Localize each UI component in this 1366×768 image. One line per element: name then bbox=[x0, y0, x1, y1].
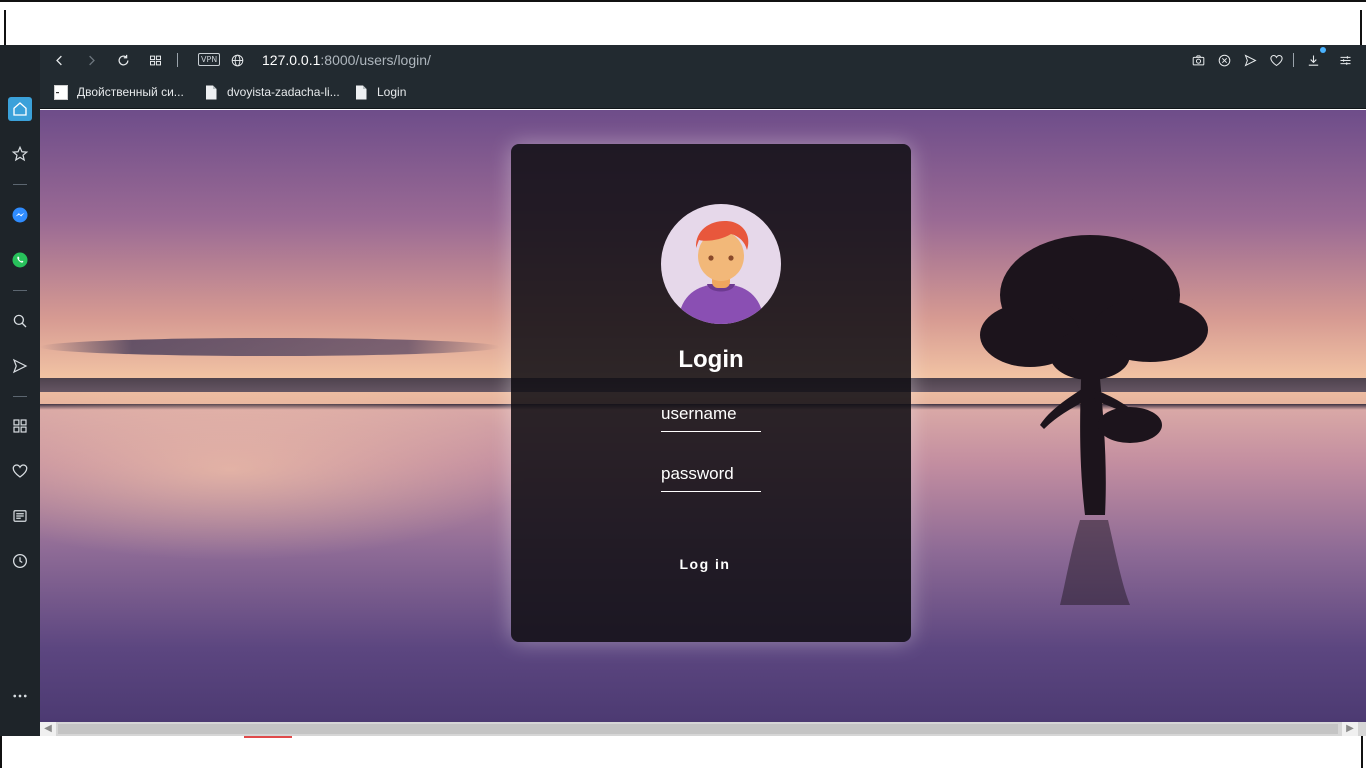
sidebar-divider bbox=[13, 290, 27, 291]
address-bar[interactable]: 127.0.0.1:8000/users/login/ bbox=[262, 52, 431, 68]
frame-left-border bbox=[4, 10, 6, 47]
chevron-right-icon bbox=[88, 55, 95, 65]
speed-dial-icon[interactable] bbox=[8, 414, 32, 438]
news-icon[interactable] bbox=[8, 504, 32, 528]
bookmark-label: Двойственный си... bbox=[77, 85, 184, 99]
password-field[interactable]: password bbox=[661, 462, 761, 492]
download-notification-dot bbox=[1320, 47, 1326, 53]
background-clouds bbox=[40, 338, 500, 356]
forward-button[interactable] bbox=[82, 51, 100, 69]
login-button[interactable]: Log in bbox=[661, 546, 749, 582]
bookmark-item[interactable]: dvoyista-zadacha-li... bbox=[204, 84, 340, 100]
document-icon bbox=[356, 85, 367, 99]
reload-button[interactable] bbox=[114, 51, 132, 69]
download-icon bbox=[1308, 55, 1318, 66]
easy-setup-button[interactable] bbox=[1336, 51, 1354, 69]
document-icon bbox=[206, 85, 217, 99]
back-button[interactable] bbox=[50, 51, 68, 69]
background-tree-image bbox=[980, 235, 1208, 605]
site-info-button[interactable] bbox=[228, 51, 246, 69]
favorites-button[interactable] bbox=[1267, 51, 1285, 69]
scroll-left-button[interactable]: ◀ bbox=[40, 722, 56, 736]
toolbar-divider bbox=[177, 53, 178, 67]
whatsapp-icon[interactable] bbox=[8, 248, 32, 272]
username-field[interactable]: username bbox=[661, 402, 761, 432]
block-icon bbox=[1218, 54, 1230, 66]
page-viewport: Login username password Log in bbox=[40, 110, 1366, 722]
more-icon[interactable] bbox=[8, 684, 32, 708]
user-avatar-icon bbox=[679, 221, 763, 324]
bookmark-label: Login bbox=[377, 85, 407, 99]
toolbar-divider bbox=[1293, 53, 1294, 67]
bookmark-item[interactable]: Двойственный си... bbox=[54, 84, 184, 100]
grid-icon bbox=[149, 55, 161, 65]
user-avatar bbox=[661, 204, 781, 324]
chevron-left-icon bbox=[55, 55, 62, 65]
bookmark-page-icon bbox=[54, 84, 68, 100]
history-icon[interactable] bbox=[8, 549, 32, 573]
scrollbar-thumb[interactable] bbox=[58, 724, 1338, 734]
snapshot-button[interactable] bbox=[1189, 51, 1207, 69]
home-icon[interactable] bbox=[8, 97, 32, 121]
url-path: :8000/users/login/ bbox=[320, 52, 431, 68]
bookmark-label: dvoyista-zadacha-li... bbox=[227, 85, 340, 99]
vpn-badge[interactable]: VPN bbox=[198, 53, 221, 66]
messenger-icon[interactable] bbox=[8, 203, 32, 227]
heart-icon bbox=[1269, 54, 1283, 66]
frame-right-border bbox=[1360, 10, 1362, 47]
window-top-frame bbox=[0, 0, 1366, 47]
browser-sidebar bbox=[0, 45, 40, 738]
bookmark-item[interactable]: Login bbox=[354, 84, 406, 100]
heart-icon[interactable] bbox=[8, 459, 32, 483]
sidebar-divider bbox=[13, 396, 27, 397]
login-card: Login username password Log in bbox=[511, 144, 911, 642]
url-host: 127.0.0.1 bbox=[262, 52, 321, 68]
send-to-device-button[interactable] bbox=[1241, 51, 1259, 69]
frame-right-border bbox=[1361, 736, 1363, 768]
browser-window: VPN 127.0.0.1:8000/users/login/ Двойстве… bbox=[0, 0, 1366, 768]
address-toolbar: VPN 127.0.0.1:8000/users/login/ bbox=[40, 45, 1366, 75]
taskbar-indicator bbox=[244, 736, 292, 738]
search-icon[interactable] bbox=[8, 309, 32, 333]
horizontal-scrollbar[interactable]: ◀ ▶ bbox=[40, 722, 1366, 736]
ad-block-button[interactable] bbox=[1215, 51, 1233, 69]
send-icon bbox=[1244, 53, 1257, 67]
bookmarks-bar: Двойственный си... dvoyista-zadacha-li..… bbox=[40, 75, 1366, 109]
frame-left-border bbox=[0, 736, 2, 768]
login-title: Login bbox=[678, 346, 744, 373]
camera-icon bbox=[1192, 54, 1204, 65]
scroll-right-button[interactable]: ▶ bbox=[1342, 722, 1358, 736]
window-bottom-frame bbox=[0, 736, 1366, 768]
tabs-overview-button[interactable] bbox=[146, 51, 164, 69]
globe-icon bbox=[231, 54, 243, 66]
sidebar-divider bbox=[13, 184, 27, 185]
reload-icon bbox=[118, 54, 128, 65]
sliders-icon bbox=[1340, 55, 1350, 65]
downloads-button[interactable] bbox=[1304, 51, 1322, 69]
send-icon[interactable] bbox=[8, 354, 32, 378]
bookmarks-icon[interactable] bbox=[8, 142, 32, 166]
